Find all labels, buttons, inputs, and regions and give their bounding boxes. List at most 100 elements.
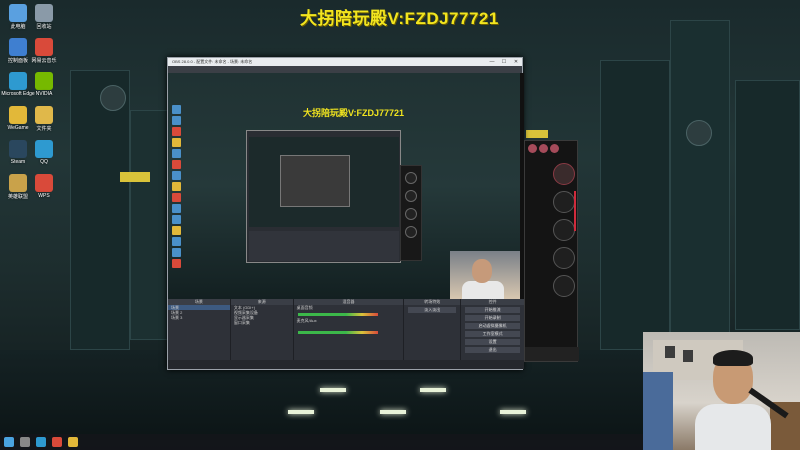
preview-banner-text: 大拐陪玩殿V:FZDJ77721 xyxy=(303,108,405,118)
app-icon xyxy=(9,38,27,56)
desktop-icon-label: Steam xyxy=(10,159,26,165)
desktop-icon[interactable]: 此电脑 xyxy=(4,4,32,30)
wallpaper-light xyxy=(320,388,346,392)
app-icon xyxy=(9,174,27,192)
wallpaper-light xyxy=(288,410,314,414)
obs-docks: 场景 场景 场景 2 场景 3 来源 文本 (GDI+) 视频采集设备 显示器采… xyxy=(168,299,525,362)
panel-bottom-bar[interactable] xyxy=(525,347,579,361)
desktop-icon-label: 此电脑 xyxy=(10,24,26,30)
desktop-icon[interactable]: WPS xyxy=(30,174,58,199)
window-controls: — ☐ ✕ xyxy=(486,58,522,66)
desktop-icon[interactable]: QQ xyxy=(30,140,58,165)
exit-button[interactable]: 退出 xyxy=(465,347,521,353)
wallpaper-light xyxy=(380,410,406,414)
wallpaper-light xyxy=(420,388,446,392)
nested-docks xyxy=(249,231,399,261)
mixer-track-label: 麦克风/Aux xyxy=(296,318,317,323)
obs-icon[interactable] xyxy=(52,437,62,447)
mic-slot[interactable] xyxy=(553,247,575,269)
search-icon[interactable] xyxy=(20,437,30,447)
studio-mode-button[interactable]: 工作室模式 xyxy=(465,331,521,337)
webcam-overlay xyxy=(643,332,800,450)
desktop-icon-grid: 此电脑 回收站控制面板 网易云音乐 Microsoft Edge NVIDIA WeGam… xyxy=(0,0,80,434)
panel-tab-icons xyxy=(525,141,577,161)
panel-scroll-indicator xyxy=(574,191,576,231)
obs-preview-canvas[interactable]: 大拐陪玩殿V:FZDJ77721 xyxy=(168,73,524,299)
volume-meter xyxy=(297,313,378,316)
desktop-icon-label: 网易云音乐 xyxy=(31,58,57,64)
app-icon xyxy=(9,140,27,158)
settings-button[interactable]: 设置 xyxy=(465,339,521,345)
wallpaper-light xyxy=(500,410,526,414)
desktop-icon[interactable]: 网易云音乐 xyxy=(30,38,58,64)
mic-slot[interactable] xyxy=(553,219,575,241)
preview-webcam xyxy=(450,251,520,299)
edge-icon[interactable] xyxy=(36,437,46,447)
audio-mixer-dock[interactable]: 混音器 桌面音频 麦克风/Aux xyxy=(293,299,404,362)
nested-nested-preview xyxy=(280,155,350,207)
app-icon xyxy=(9,106,27,124)
app-icon xyxy=(9,4,27,22)
scene-item[interactable]: 场景 3 xyxy=(168,315,230,320)
app-icon xyxy=(9,72,27,90)
transitions-dock[interactable]: 转场特效 淡入淡出 xyxy=(404,299,461,362)
desktop-icon[interactable]: 英雄联盟 xyxy=(4,174,32,200)
webcam-second-person xyxy=(643,372,673,450)
close-button[interactable]: ✕ xyxy=(510,58,522,66)
obs-menu-bar[interactable] xyxy=(168,66,522,73)
desktop-icon-label: NVIDIA xyxy=(35,91,53,97)
wallpaper-traffic-light xyxy=(100,85,126,111)
controls-dock-title: 控件 xyxy=(461,299,525,305)
host-avatar[interactable] xyxy=(553,163,575,185)
app-icon xyxy=(35,174,53,192)
taskbar xyxy=(0,434,643,450)
app-icon xyxy=(35,72,53,90)
source-item[interactable]: 窗口采集 xyxy=(231,320,293,325)
desktop-icon-label: WPS xyxy=(38,193,50,199)
obs-window-title: OBS 28.0.0 - 配置文件: 未命名 - 场景: 未命名 xyxy=(172,59,253,64)
wallpaper-building xyxy=(735,80,800,330)
wallpaper-traffic-light xyxy=(686,120,712,146)
transition-select[interactable]: 淡入淡出 xyxy=(408,307,457,313)
stream-banner-text: 大拐陪玩殿V:FZDJ77721 xyxy=(300,9,499,28)
preview-side-panel xyxy=(400,165,422,261)
start-streaming-button[interactable]: 开始推流 xyxy=(465,307,521,313)
desktop-icon-label: 控制面板 xyxy=(7,58,28,64)
preview-nested-obs xyxy=(246,130,401,263)
webcam-poster xyxy=(683,350,693,362)
desktop-icon[interactable]: Steam xyxy=(4,140,32,165)
maximize-button[interactable]: ☐ xyxy=(498,58,510,66)
webcam-poster xyxy=(665,346,675,358)
start-icon[interactable] xyxy=(4,437,14,447)
webcam-person-hair xyxy=(713,350,753,366)
desktop-icon-label: WeGame xyxy=(7,125,29,131)
wallpaper-building xyxy=(600,60,670,350)
obs-window[interactable]: OBS 28.0.0 - 配置文件: 未命名 - 场景: 未命名 — ☐ ✕ 大… xyxy=(167,57,525,370)
minimize-button[interactable]: — xyxy=(486,58,498,66)
start-recording-button[interactable]: 开始录制 xyxy=(465,315,521,321)
mic-slot[interactable] xyxy=(553,275,575,297)
virtual-camera-button[interactable]: 启动虚拟摄像机 xyxy=(465,323,521,329)
voice-chat-panel[interactable] xyxy=(524,140,579,362)
wallpaper-building xyxy=(670,20,730,350)
desktop-icon[interactable]: NVIDIA xyxy=(30,72,58,97)
wallpaper-sign xyxy=(526,130,548,138)
app-icon xyxy=(35,38,53,56)
mic-slot[interactable] xyxy=(553,191,575,213)
desktop-icon[interactable]: WeGame xyxy=(4,106,32,131)
desktop-icon-label: QQ xyxy=(40,159,48,165)
desktop-icon-label: 文件夹 xyxy=(36,126,52,132)
app-icon xyxy=(35,140,53,158)
controls-dock[interactable]: 控件 开始推流 开始录制 启动虚拟摄像机 工作室模式 设置 退出 xyxy=(461,299,525,362)
webcam-person-body xyxy=(695,404,771,450)
game-icon[interactable] xyxy=(68,437,78,447)
desktop-icon[interactable]: 回收站 xyxy=(30,4,58,30)
obs-title-bar[interactable]: OBS 28.0.0 - 配置文件: 未命名 - 场景: 未命名 — ☐ ✕ xyxy=(168,58,522,66)
wallpaper-building xyxy=(130,110,170,340)
sources-dock[interactable]: 来源 文本 (GDI+) 视频采集设备 显示器采集 窗口采集 xyxy=(230,299,293,362)
desktop-icon[interactable]: 文件夹 xyxy=(30,106,58,132)
desktop-icon[interactable]: 控制面板 xyxy=(4,38,32,64)
app-icon xyxy=(35,106,53,124)
desktop-icon[interactable]: Microsoft Edge xyxy=(1,72,35,97)
scenes-dock[interactable]: 场景 场景 场景 2 场景 3 xyxy=(168,299,230,362)
